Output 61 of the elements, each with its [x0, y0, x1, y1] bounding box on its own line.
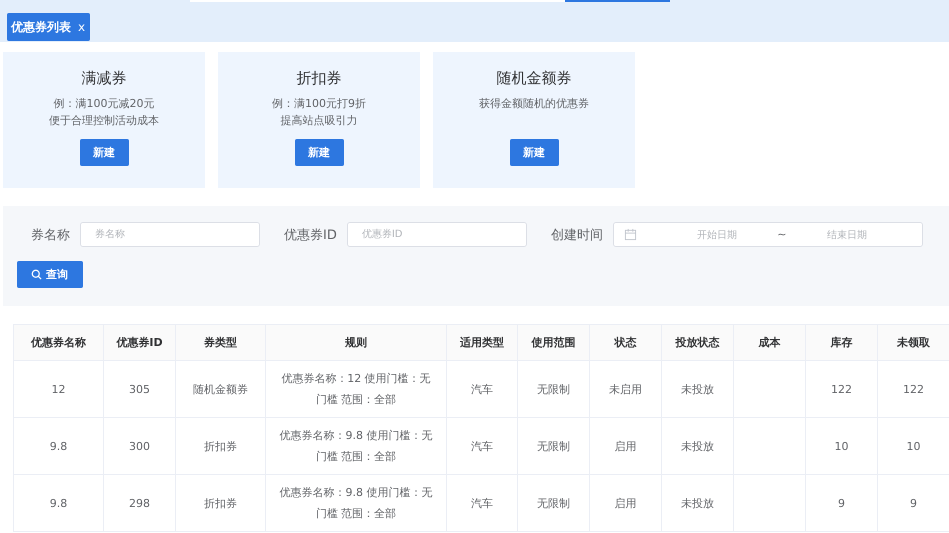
field-label: 优惠券ID: [284, 226, 337, 244]
table-cell: 298: [104, 474, 176, 532]
table-cell: 未投放: [662, 360, 734, 418]
card-description: 例：满100元打9折: [272, 96, 366, 112]
column-header: 优惠券ID: [104, 324, 176, 360]
table-cell: 启用: [590, 418, 662, 474]
card-title: 满减券: [82, 68, 126, 88]
table-cell: 9.8: [14, 418, 104, 474]
column-header: 库存: [806, 324, 878, 360]
field-label: 创建时间: [550, 226, 603, 244]
table-cell: 无限制: [518, 418, 590, 474]
table-cell: 300: [104, 418, 176, 474]
card-description: 提高站点吸引力: [280, 113, 358, 129]
table-cell: 汽车: [446, 474, 518, 532]
page-tab[interactable]: 优惠券列表 x: [7, 13, 90, 41]
create-button[interactable]: 新建: [80, 139, 128, 166]
table-cell: 122: [806, 360, 878, 418]
date-range-field[interactable]: 开始日期 ~ 结束日期: [612, 222, 923, 247]
column-header: 成本: [734, 324, 806, 360]
table-cell: 汽车: [446, 360, 518, 418]
field-label: 券名称: [31, 226, 70, 244]
column-header: 投放状态: [662, 324, 734, 360]
card-description: 便于合理控制活动成本: [49, 113, 159, 129]
search-button[interactable]: 查询: [17, 261, 83, 288]
table-cell: 未启用: [590, 360, 662, 418]
table-cell: 启用: [590, 474, 662, 532]
table-cell: 折扣券: [176, 418, 266, 474]
table-cell: 汽车: [446, 418, 518, 474]
table-cell: 10: [806, 418, 878, 474]
table-cell: 12: [14, 360, 104, 418]
table-cell: 优惠券名称：12 使用门槛：无门槛 范围：全部: [266, 360, 446, 418]
card-title: 折扣券: [296, 68, 342, 88]
create-button[interactable]: 新建: [294, 139, 344, 166]
table-cell: 9: [806, 474, 878, 532]
table-cell: 未投放: [662, 418, 734, 474]
column-header: 适用类型: [446, 324, 518, 360]
input-field[interactable]: 券名称: [80, 222, 260, 247]
close-icon[interactable]: x: [78, 20, 86, 34]
table-cell: 优惠券名称：9.8 使用门槛：无门槛 范围：全部: [266, 418, 446, 474]
column-header: 优惠券名称: [14, 324, 104, 360]
create-button[interactable]: 新建: [510, 139, 558, 166]
table-cell: 无限制: [518, 360, 590, 418]
range-separator: ~: [776, 228, 788, 241]
table-cell: 随机金额券: [176, 360, 266, 418]
table-cell: 未投放: [662, 474, 734, 532]
end-date-placeholder: 结束日期: [826, 228, 868, 242]
column-header: 规则: [266, 324, 446, 360]
card-description: 获得金额随机的优惠券: [479, 96, 589, 112]
table-cell: 305: [104, 360, 176, 418]
card-title: 随机金额券: [496, 68, 572, 88]
input-field[interactable]: 优惠券ID: [346, 222, 527, 247]
table-cell: 折扣券: [176, 474, 266, 532]
card-description: 例：满100元减20元: [52, 96, 156, 112]
column-header: 状态: [590, 324, 662, 360]
column-header: 券类型: [176, 324, 266, 360]
column-header: 使用范围: [518, 324, 590, 360]
table-cell: 9.8: [14, 474, 104, 532]
table-cell: 无限制: [518, 474, 590, 532]
start-date-placeholder: 开始日期: [696, 228, 738, 242]
column-header: 未领取: [878, 324, 949, 360]
table-cell: 优惠券名称：9.8 使用门槛：无门槛 范围：全部: [266, 474, 446, 532]
